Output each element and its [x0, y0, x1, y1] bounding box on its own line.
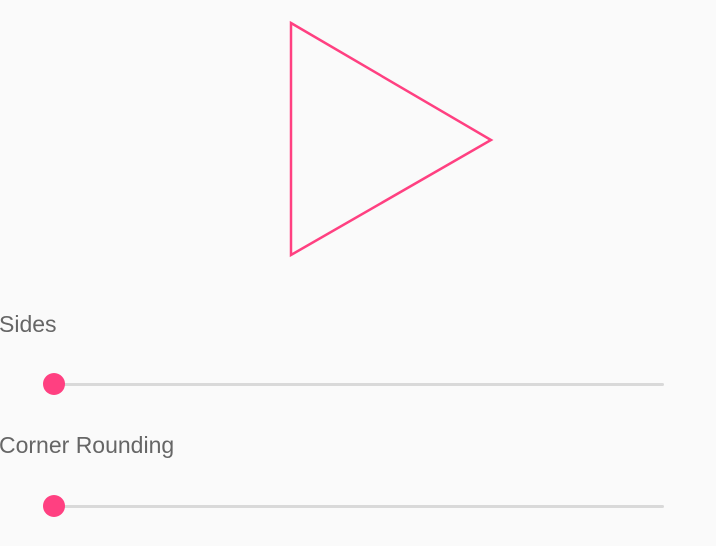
sides-slider[interactable] [42, 371, 666, 397]
corner-rounding-slider-track[interactable] [54, 505, 664, 508]
corner-rounding-slider[interactable] [42, 493, 666, 519]
shape-preview [289, 20, 494, 258]
sides-slider-thumb[interactable] [43, 373, 65, 395]
sides-label: Sides [0, 311, 57, 337]
corner-rounding-label: Corner Rounding [0, 432, 175, 458]
shape-editor-screen: Sides Corner Rounding [0, 0, 716, 546]
corner-rounding-slider-thumb[interactable] [43, 495, 65, 517]
triangle-outline-icon [289, 20, 494, 258]
sides-slider-track[interactable] [54, 383, 664, 386]
